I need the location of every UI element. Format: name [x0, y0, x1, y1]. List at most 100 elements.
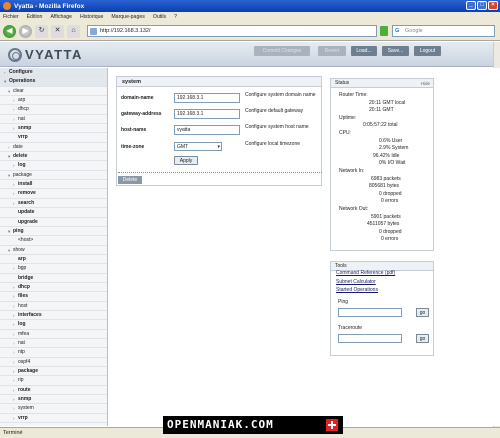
- hide-link[interactable]: Hide: [421, 79, 430, 88]
- started-operations-link[interactable]: Started Operations: [336, 287, 378, 293]
- chevron-right-icon[interactable]: ›: [8, 143, 10, 152]
- host-name-input[interactable]: vyatta: [174, 125, 240, 135]
- sidebar-item[interactable]: › interfaces: [0, 311, 107, 321]
- subnet-calculator-link[interactable]: Subnet Calculator: [336, 279, 376, 285]
- revert-button[interactable]: Revert: [318, 46, 346, 56]
- sidebar-item[interactable]: › system: [0, 404, 107, 414]
- expand-arrow-icon[interactable]: ▾: [8, 152, 10, 161]
- gateway-address-input[interactable]: 192.168.3.1: [174, 109, 240, 119]
- chevron-right-icon[interactable]: ›: [13, 320, 15, 329]
- menu-help[interactable]: ?: [174, 14, 177, 20]
- chevron-right-icon[interactable]: ›: [13, 302, 15, 311]
- sidebar-item[interactable]: arp: [0, 255, 107, 265]
- chevron-right-icon[interactable]: ›: [13, 395, 15, 404]
- go-icon[interactable]: [380, 26, 388, 36]
- menu-marque-pages[interactable]: Marque-pages: [111, 14, 144, 20]
- logout-button[interactable]: Logout: [414, 46, 441, 56]
- chevron-right-icon[interactable]: ›: [4, 68, 6, 77]
- sidebar-item[interactable]: ▾ ping: [0, 227, 107, 237]
- sidebar-item[interactable]: › remove: [0, 189, 107, 199]
- sidebar-item[interactable]: › files: [0, 292, 107, 302]
- sidebar-item[interactable]: ▾ show: [0, 246, 107, 255]
- chevron-right-icon[interactable]: ›: [13, 358, 15, 367]
- chevron-right-icon[interactable]: ›: [13, 330, 15, 339]
- sidebar-item[interactable]: › nat: [0, 115, 107, 125]
- traceroute-input[interactable]: [338, 334, 402, 343]
- sidebar-item[interactable]: › log: [0, 320, 107, 330]
- sidebar-item[interactable]: › rip: [0, 376, 107, 386]
- chevron-right-icon[interactable]: ›: [13, 386, 15, 395]
- chevron-right-icon[interactable]: ›: [13, 199, 15, 208]
- save-button[interactable]: Save...: [382, 46, 409, 56]
- menu-edition[interactable]: Édition: [27, 14, 43, 20]
- apply-button[interactable]: Apply: [174, 156, 198, 165]
- chevron-right-icon[interactable]: ›: [13, 105, 15, 114]
- sidebar-item[interactable]: › dhcp: [0, 283, 107, 293]
- search-input[interactable]: Google: [392, 25, 495, 37]
- sidebar-item[interactable]: › Configure: [0, 68, 107, 78]
- menu-affichage[interactable]: Affichage: [50, 14, 72, 20]
- chevron-right-icon[interactable]: ›: [13, 189, 15, 198]
- expand-arrow-icon[interactable]: ▾: [8, 227, 10, 236]
- sidebar-item[interactable]: ▾ delete: [0, 152, 107, 162]
- expand-arrow-icon[interactable]: ▾: [4, 77, 6, 86]
- chevron-right-icon[interactable]: ›: [13, 283, 15, 292]
- sidebar-item[interactable]: › date: [0, 143, 107, 153]
- sidebar-item[interactable]: › nat: [0, 339, 107, 349]
- chevron-right-icon[interactable]: ›: [13, 367, 15, 376]
- sidebar-item[interactable]: vrrp: [0, 133, 107, 143]
- chevron-right-icon[interactable]: ›: [13, 376, 15, 385]
- sidebar-item[interactable]: › bgp: [0, 264, 107, 274]
- chevron-right-icon[interactable]: ›: [13, 96, 15, 105]
- url-input[interactable]: http://192.168.3.132/: [87, 25, 377, 37]
- forward-icon[interactable]: ▶: [19, 24, 32, 38]
- delete-button[interactable]: Delete: [118, 176, 142, 184]
- expand-arrow-icon[interactable]: ▾: [8, 246, 10, 255]
- sidebar-item[interactable]: upgrade: [0, 218, 107, 227]
- load-button[interactable]: Load...: [351, 46, 377, 56]
- sidebar-item[interactable]: › snmp: [0, 395, 107, 405]
- menu-fichier[interactable]: Fichier: [3, 14, 19, 20]
- sidebar-item[interactable]: › vrrp: [0, 414, 107, 424]
- expand-arrow-icon[interactable]: ▾: [8, 171, 10, 180]
- sidebar-item[interactable]: › host: [0, 302, 107, 311]
- sidebar-item[interactable]: › ntp: [0, 348, 107, 358]
- sidebar-item[interactable]: ▾ package: [0, 171, 107, 181]
- chevron-right-icon[interactable]: ›: [13, 339, 15, 348]
- chevron-right-icon[interactable]: ›: [13, 264, 15, 273]
- time-zone-select[interactable]: GMT: [174, 142, 222, 151]
- sidebar-item[interactable]: › snmp: [0, 124, 107, 134]
- domain-name-input[interactable]: 192.168.3.1: [174, 93, 240, 103]
- back-icon[interactable]: ◀: [3, 24, 16, 38]
- sidebar-item[interactable]: › package: [0, 367, 107, 377]
- expand-arrow-icon[interactable]: ▾: [8, 87, 10, 96]
- sidebar-item[interactable]: ▾ clear: [0, 87, 107, 97]
- sidebar-item[interactable]: › install: [0, 180, 107, 190]
- chevron-right-icon[interactable]: ›: [13, 348, 15, 357]
- home-icon[interactable]: ⌂: [67, 24, 80, 38]
- ping-go-button[interactable]: go: [416, 308, 429, 317]
- sidebar-item[interactable]: bridge: [0, 274, 107, 283]
- menu-historique[interactable]: Historique: [80, 14, 103, 20]
- sidebar-item[interactable]: › arp: [0, 96, 107, 106]
- sidebar-item[interactable]: › search: [0, 199, 107, 209]
- chevron-right-icon[interactable]: ›: [13, 414, 15, 423]
- sidebar-item[interactable]: <host>: [0, 236, 107, 246]
- sidebar-item[interactable]: update: [0, 208, 107, 218]
- commit-changes-button[interactable]: Commit Changes: [254, 46, 310, 56]
- sidebar-item[interactable]: › ospf4: [0, 358, 107, 367]
- minimize-button[interactable]: _: [466, 1, 476, 10]
- chevron-right-icon[interactable]: ›: [13, 161, 15, 170]
- chevron-right-icon[interactable]: ›: [13, 292, 15, 301]
- chevron-right-icon[interactable]: ›: [13, 124, 15, 133]
- sidebar-item[interactable]: › dhcp: [0, 105, 107, 115]
- chevron-right-icon[interactable]: ›: [13, 180, 15, 189]
- sidebar-item[interactable]: › route: [0, 386, 107, 396]
- chevron-right-icon[interactable]: ›: [13, 115, 15, 124]
- sidebar-item[interactable]: › mfea: [0, 330, 107, 339]
- command-reference-link[interactable]: Command Reference (pdf): [336, 270, 395, 276]
- close-button[interactable]: ×: [488, 1, 498, 10]
- reload-icon[interactable]: ↻: [35, 24, 48, 38]
- sidebar-item[interactable]: ▾ Operations: [0, 77, 107, 87]
- ping-input[interactable]: [338, 308, 402, 317]
